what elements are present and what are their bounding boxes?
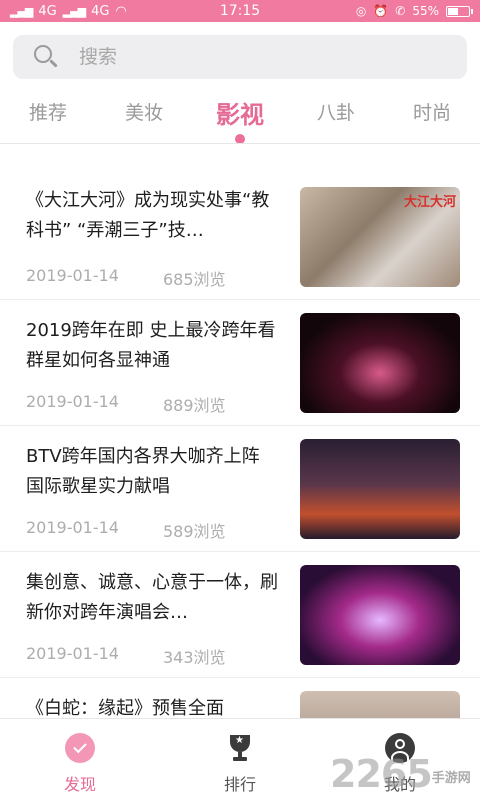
battery-percent: 55%	[412, 4, 439, 18]
article-feed: 《大江大河》成为现实处事“教科书” “弄潮三子”技… 2019-01-14 68…	[0, 174, 480, 800]
status-time: 17:15	[219, 3, 261, 19]
article-title[interactable]: 集创意、诚意、心意于一体，刷新你对跨年演唱会…	[26, 568, 278, 628]
article-meta: 2019-01-14 889浏览	[26, 392, 226, 416]
tab-recommend[interactable]: 推荐	[0, 88, 96, 140]
tab-fashion[interactable]: 时尚	[384, 88, 480, 140]
tab-beauty[interactable]: 美妆	[96, 88, 192, 140]
discover-icon	[65, 733, 95, 763]
article-views: 343浏览	[162, 648, 226, 667]
category-tabs: 推荐 美妆 影视 八卦 时尚	[0, 88, 480, 144]
status-bar: ▂▄▆ 4G ▂▄▆ 4G ◠ 17:15 ◎ ⏰ ✆ 55%	[0, 0, 480, 22]
nav-discover[interactable]: 发现	[0, 719, 160, 800]
search-icon-handle	[49, 59, 58, 68]
trophy-base	[233, 757, 247, 761]
tab-film-tv[interactable]: 影视	[192, 88, 288, 144]
headset-icon: ◎	[355, 4, 367, 18]
article-date: 2019-01-14	[26, 392, 119, 411]
nav-ranking[interactable]: ★ 排行	[160, 719, 320, 800]
tab-label: 推荐	[28, 102, 67, 124]
article-date: 2019-01-14	[26, 518, 119, 537]
article-item[interactable]: 《大江大河》成为现实处事“教科书” “弄潮三子”技… 2019-01-14 68…	[0, 174, 480, 300]
article-item[interactable]: 2019跨年在即 史上最冷跨年看群星如何各显神通 2019-01-14 889浏…	[0, 300, 480, 426]
article-meta: 2019-01-14 343浏览	[26, 644, 226, 668]
network-type-2: 4G	[91, 3, 110, 19]
article-item[interactable]: 集创意、诚意、心意于一体，刷新你对跨年演唱会… 2019-01-14 343浏览	[0, 552, 480, 678]
status-right: ◎ ⏰ ✆ 55%	[310, 4, 473, 18]
article-date: 2019-01-14	[26, 644, 119, 663]
signal-icon-2: ▂▄▆	[62, 4, 86, 18]
tab-label: 时尚	[412, 102, 451, 124]
article-title[interactable]: BTV跨年国内各界大咖齐上阵 国际歌星实力献唱	[26, 442, 278, 502]
tab-gossip[interactable]: 八卦	[288, 88, 384, 140]
watermark-sub: 手游网	[431, 771, 471, 786]
article-thumbnail[interactable]	[300, 565, 460, 665]
status-left: ▂▄▆ 4G ▂▄▆ 4G ◠	[10, 4, 170, 19]
wifi-icon: ◠	[115, 3, 127, 19]
article-title[interactable]: 2019跨年在即 史上最冷跨年看群星如何各显神通	[26, 316, 278, 376]
battery-fill	[448, 7, 458, 15]
article-thumbnail[interactable]	[300, 313, 460, 413]
article-item[interactable]: BTV跨年国内各界大咖齐上阵 国际歌星实力献唱 2019-01-14 589浏览	[0, 426, 480, 552]
star-icon: ★	[235, 735, 244, 746]
tab-label: 八卦	[316, 102, 355, 124]
tab-label: 影视	[216, 101, 264, 129]
search-bar[interactable]	[13, 35, 467, 79]
article-title[interactable]: 《大江大河》成为现实处事“教科书” “弄潮三子”技…	[26, 186, 278, 246]
article-views: 685浏览	[162, 270, 226, 289]
article-views: 889浏览	[162, 396, 226, 415]
article-meta: 2019-01-14 589浏览	[26, 518, 226, 542]
article-meta: 2019-01-14 685浏览	[26, 266, 226, 290]
article-views: 589浏览	[162, 522, 226, 541]
article-thumbnail[interactable]	[300, 439, 460, 539]
nav-label: 排行	[223, 775, 256, 794]
network-type-1: 4G	[38, 3, 57, 19]
volte-icon: ✆	[395, 4, 406, 18]
search-icon[interactable]	[33, 44, 59, 70]
profile-icon-head	[395, 739, 405, 749]
thumbnail-caption: 大江大河	[403, 195, 456, 210]
trophy-icon: ★	[225, 733, 255, 763]
signal-icon: ▂▄▆	[10, 4, 33, 18]
watermark-logo: 2265手游网	[330, 752, 471, 796]
article-date: 2019-01-14	[26, 266, 119, 285]
nav-label: 发现	[63, 775, 96, 794]
battery-icon	[446, 5, 473, 17]
search-input[interactable]	[79, 46, 419, 68]
article-thumbnail[interactable]: 大江大河	[300, 187, 460, 287]
tab-label: 美妆	[124, 102, 163, 124]
watermark-text: 2265	[330, 752, 433, 796]
alarm-icon: ⏰	[373, 4, 389, 18]
tab-divider	[0, 143, 480, 144]
